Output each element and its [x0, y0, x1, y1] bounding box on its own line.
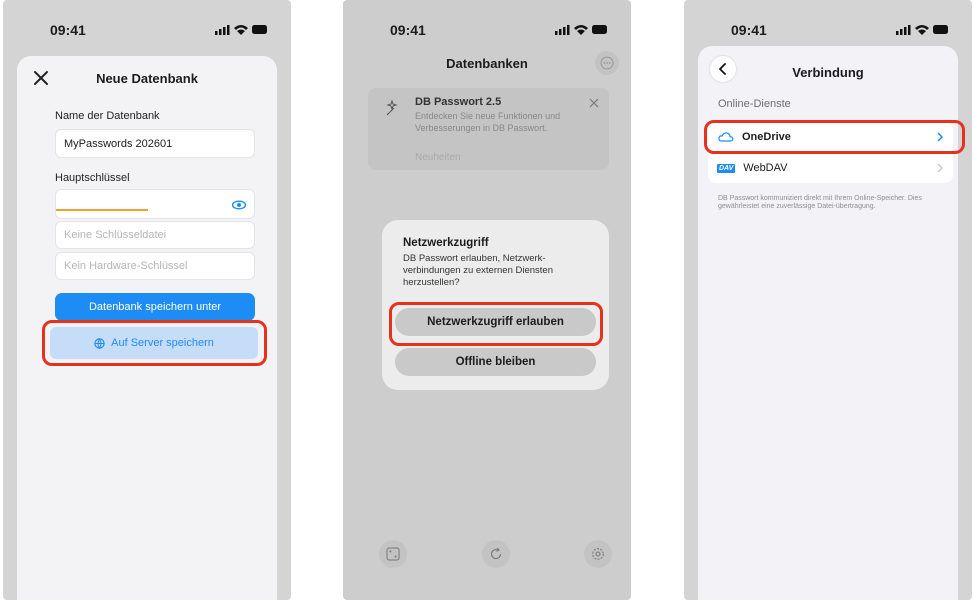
service-label-onedrive: OneDrive [742, 131, 791, 143]
settings-button[interactable] [584, 540, 612, 568]
update-banner: DB Passwort 2.5 Entdecken Sie neue Funkt… [368, 88, 609, 170]
section-label: Online-Dienste [718, 98, 791, 110]
name-label: Name der Datenbank [55, 110, 160, 122]
database-name-input[interactable]: MyPasswords 202601 [55, 129, 255, 158]
status-icons [215, 25, 267, 35]
status-time: 09:41 [50, 22, 86, 38]
allow-network-button[interactable]: Netzwerkzugriff erlauben [395, 308, 596, 336]
page-title: Datenbanken [446, 56, 528, 71]
dialog-title: Netzwerkzugriff [403, 237, 489, 249]
cloud-icon [718, 132, 734, 142]
hardware-key-placeholder: Kein Hardware-Schlüssel [64, 260, 188, 272]
service-row-onedrive[interactable]: OneDrive [708, 122, 953, 153]
status-bar: 09:41 [343, 22, 631, 42]
service-row-webdav[interactable]: DAV WebDAV [708, 153, 953, 183]
password-strength-bar [56, 209, 148, 211]
more-button[interactable] [595, 51, 619, 75]
stay-offline-button[interactable]: Offline bleiben [395, 348, 596, 376]
phone-screen-connection: 09:41 Verbindung Online-Dienste OneDrive… [684, 0, 972, 600]
chevron-right-icon [937, 163, 943, 173]
connection-sheet: Verbindung Online-Dienste OneDrive DAV W… [698, 46, 958, 600]
save-to-server-button[interactable]: Auf Server speichern [50, 327, 258, 359]
status-time: 09:41 [390, 22, 426, 38]
phone-screen-databases: 09:41 Datenbanken DB Passwort 2.5 Entdec… [343, 0, 631, 600]
sync-button[interactable] [482, 540, 510, 568]
gear-icon [592, 548, 604, 560]
sparkles-icon [386, 99, 398, 116]
keyfile-placeholder: Keine Schlüsseldatei [64, 229, 167, 241]
status-icons [555, 25, 607, 35]
service-label-webdav: WebDAV [743, 162, 788, 174]
page-title: Neue Datenbank [96, 71, 198, 86]
banner-title: DB Passwort 2.5 [415, 96, 502, 108]
network-access-dialog: Netzwerkzugriff DB Passwort erlauben, Ne… [382, 220, 609, 390]
status-time: 09:41 [731, 22, 767, 38]
database-name-value: MyPasswords 202601 [64, 137, 173, 150]
refresh-icon [490, 547, 502, 560]
banner-text: Entdecken Sie neue Funktionen und Verbes… [415, 111, 561, 133]
dav-icon: DAV [717, 163, 736, 173]
banner-close-icon[interactable] [589, 98, 599, 108]
keyfile-field[interactable]: Keine Schlüsseldatei [55, 221, 255, 249]
generator-button[interactable] [379, 540, 407, 568]
more-icon [600, 56, 614, 70]
dice-icon [386, 547, 400, 561]
save-to-server-label: Auf Server speichern [111, 337, 214, 349]
whats-new-link[interactable]: Neuheiten [415, 152, 461, 163]
hardware-key-field[interactable]: Kein Hardware-Schlüssel [55, 252, 255, 280]
footnote-text: DB Passwort kommuniziert direkt mit Ihre… [718, 195, 922, 210]
dialog-message: DB Passwort erlauben, Netzwerk-verbindun… [403, 253, 553, 288]
save-as-button[interactable]: Datenbank speichern unter [55, 293, 255, 321]
master-key-label: Hauptschlüssel [55, 172, 130, 184]
chevron-right-icon [937, 132, 943, 142]
status-bar: 09:41 [684, 22, 972, 42]
phone-screen-new-database: 09:41 Neue Datenbank Name der Datenbank … [3, 0, 291, 600]
status-icons [896, 25, 948, 35]
status-bar: 09:41 [3, 22, 291, 42]
master-key-input[interactable] [55, 189, 255, 219]
globe-icon [94, 337, 105, 349]
page-title: Verbindung [792, 65, 864, 80]
eye-icon[interactable] [232, 199, 246, 211]
